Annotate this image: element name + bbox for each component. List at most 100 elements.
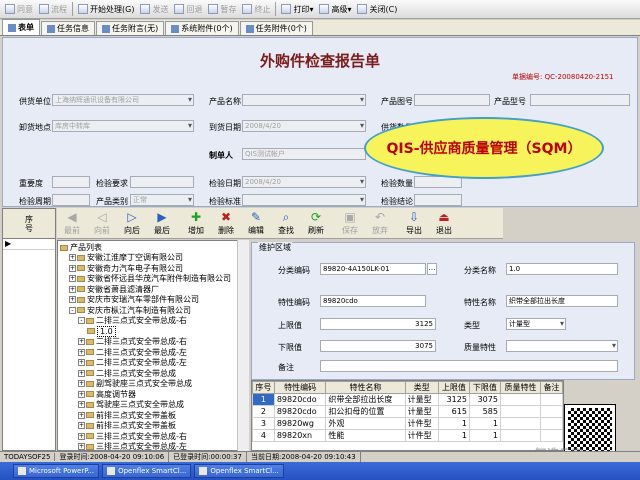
add-button[interactable]: ✚ 增加 — [181, 208, 211, 238]
expand-icon[interactable]: + — [78, 369, 85, 377]
edit-button[interactable]: ✎ 编辑 — [241, 208, 271, 238]
expand-icon[interactable]: + — [78, 348, 85, 356]
check-std-field[interactable] — [242, 194, 366, 206]
expand-icon[interactable]: + — [69, 254, 76, 261]
table-row[interactable]: 3 89820wg 外观 计件型 1 1 — [252, 417, 563, 430]
row-selector[interactable]: ▶ — [3, 239, 55, 250]
tree-node[interactable]: + 三排三点式安全带总成-右 — [78, 432, 187, 441]
print-button[interactable]: 打印 ▾ — [278, 2, 316, 17]
agree-button[interactable]: 同意 — [2, 2, 36, 17]
expand-icon[interactable]: + — [69, 285, 76, 293]
tree-node[interactable]: + 安庆市安瑞汽车零部件有限公司 — [69, 295, 199, 304]
product-cat-field[interactable]: 正常 — [130, 194, 194, 206]
tree-node[interactable]: + 前排三点式安全带盖板 — [78, 411, 176, 420]
grid-header-cell[interactable]: 备注 — [540, 381, 563, 394]
check-period-field[interactable] — [52, 194, 90, 206]
expand-icon[interactable]: + — [78, 422, 85, 429]
tree-node[interactable]: - 二排三点式安全带总成-右 — [78, 316, 187, 325]
importance-field[interactable] — [52, 176, 90, 188]
tree-node[interactable]: + 二排三点式安全带总成-左 — [78, 358, 187, 367]
save-temp-button[interactable]: 暂存 — [205, 2, 239, 17]
expand-icon[interactable]: + — [69, 264, 76, 272]
grid-header-cell[interactable]: 序号 — [252, 381, 275, 394]
tab-task-note[interactable]: 任务附言(无) — [96, 21, 165, 35]
close-button[interactable]: 关闭(C) — [354, 2, 400, 17]
table-row[interactable]: 4 89820xn 性能 计件型 1 1 — [252, 429, 563, 442]
tree-node[interactable]: + 驾驶座三点式安全带总成 — [78, 400, 184, 409]
expand-icon[interactable]: + — [78, 380, 85, 387]
expand-icon[interactable]: + — [78, 359, 85, 366]
tree-node[interactable]: + 副驾驶座三点式安全带总成 — [78, 379, 192, 388]
terminate-button[interactable]: 终止 — [239, 2, 273, 17]
grid-header-cell[interactable]: 类型 — [404, 381, 439, 394]
grid-header-cell[interactable]: 上限值 — [437, 381, 470, 394]
quality-select[interactable] — [506, 340, 618, 352]
tree-node[interactable]: + 安徽省怀远县华茂汽车附件制造有限公司 — [69, 274, 231, 283]
tree-node[interactable]: + 二排三点式安全带总成-左 — [78, 348, 187, 357]
grid-header-cell[interactable]: 质量特性 — [499, 381, 542, 394]
collapse-icon[interactable]: - — [69, 306, 76, 314]
table-row[interactable]: 1 89820cdo 织带全部拉出长度 计量型 3125 3075 — [252, 393, 563, 406]
taskbar-item-openflex-1[interactable]: Openflex SmartCl... — [102, 464, 192, 478]
tree-node[interactable]: 1.0 — [87, 325, 116, 337]
expand-icon[interactable]: + — [78, 432, 85, 440]
start-process-button[interactable]: 开始处理(G) — [75, 2, 137, 17]
grid-header-cell[interactable]: 特性编码 — [273, 381, 327, 394]
find-button[interactable]: ⌕ 查找 — [271, 208, 301, 238]
feat-name-field[interactable]: 织带全部拉出长度 — [506, 295, 618, 307]
tree-node[interactable]: - 安庆市枞江汽车制造有限公司 — [69, 306, 191, 315]
product-name-field[interactable] — [242, 94, 366, 106]
taskbar-item-openflex-2[interactable]: Openflex SmartCl... — [194, 464, 284, 478]
next-button[interactable]: ▷ 向后 — [117, 208, 147, 238]
prev-button[interactable]: ◁ 向前 — [87, 208, 117, 238]
send-button[interactable]: 发送 — [137, 2, 171, 17]
upper-field[interactable]: 3125 — [320, 318, 436, 330]
tree-scrollbar[interactable] — [237, 240, 249, 451]
first-button[interactable]: ◀ 最前 — [57, 208, 87, 238]
tree-node[interactable]: + 安徽江淮摩丁空调有限公司 — [69, 253, 183, 262]
expand-icon[interactable]: + — [78, 390, 85, 398]
export-button[interactable]: ⇩ 导出 — [399, 208, 429, 238]
tree-node[interactable]: + 安徽省萧县滤清器厂 — [69, 285, 159, 294]
expand-icon[interactable]: + — [78, 443, 85, 450]
tab-task-attach[interactable]: 任务附件(0个) — [239, 21, 313, 35]
tree-node[interactable]: + 二排三点式安全带总成 — [78, 369, 176, 378]
advanced-button[interactable]: 高级 ▾ — [316, 2, 354, 17]
tree-node[interactable]: + 二排三点式安全带总成-右 — [78, 337, 187, 346]
product-model-field[interactable] — [530, 94, 630, 106]
check-req-field[interactable] — [130, 176, 194, 188]
last-button[interactable]: ▶ 最后 — [147, 208, 177, 238]
cat-code-lookup-button[interactable]: … — [427, 263, 437, 275]
cat-name-field[interactable]: 1.0 — [506, 263, 618, 275]
feat-code-field[interactable]: 89820cdo — [320, 295, 426, 307]
arrival-field[interactable]: 2008/4/20 — [242, 120, 366, 132]
check-result-field[interactable] — [414, 194, 462, 206]
grid-header-cell[interactable]: 特性名称 — [325, 381, 406, 394]
refresh-button[interactable]: ⟳ 刷新 — [301, 208, 331, 238]
unload-field[interactable]: 库房中转库 — [52, 120, 194, 132]
delete-button[interactable]: ✖ 删除 — [211, 208, 241, 238]
expand-icon[interactable]: + — [78, 411, 85, 419]
grid-header-cell[interactable]: 下限值 — [468, 381, 501, 394]
product-no-field[interactable] — [414, 94, 490, 106]
expand-icon[interactable]: + — [69, 296, 76, 303]
check-date-field[interactable]: 2008/4/20 — [242, 176, 366, 188]
discard-button[interactable]: ↶ 放弃 — [365, 208, 395, 238]
tree-node[interactable]: + 安徽奇力汽车电子有限公司 — [69, 264, 183, 273]
tree-node[interactable]: + 前排三点式安全带盖板 — [78, 421, 176, 430]
tab-form[interactable]: 表单 — [2, 19, 40, 35]
expand-icon[interactable]: + — [78, 338, 85, 345]
save-button[interactable]: ▣ 保存 — [335, 208, 365, 238]
cat-code-field[interactable]: 89820-4A150LK-01 — [320, 263, 426, 275]
tab-task-info[interactable]: 任务信息 — [41, 21, 95, 35]
tree-root[interactable]: 产品列表 — [60, 243, 102, 252]
tree-node[interactable]: + 三排三点式安全带总成-左 — [78, 442, 187, 450]
supplier-field[interactable]: 上海纳辉通讯设备有限公司 — [52, 94, 194, 106]
taskbar-item-powerpoint[interactable]: Microsoft PowerP... — [13, 464, 100, 478]
rollback-button[interactable]: 回退 — [171, 2, 205, 17]
note-field[interactable] — [320, 360, 618, 372]
table-row[interactable]: 2 89820cdo 扣公扣母的位置 计量型 615 585 — [252, 405, 563, 418]
process-button[interactable]: 流程 — [36, 2, 70, 17]
expand-icon[interactable]: + — [69, 275, 76, 282]
exit-button[interactable]: ⏏ 退出 — [429, 208, 459, 238]
